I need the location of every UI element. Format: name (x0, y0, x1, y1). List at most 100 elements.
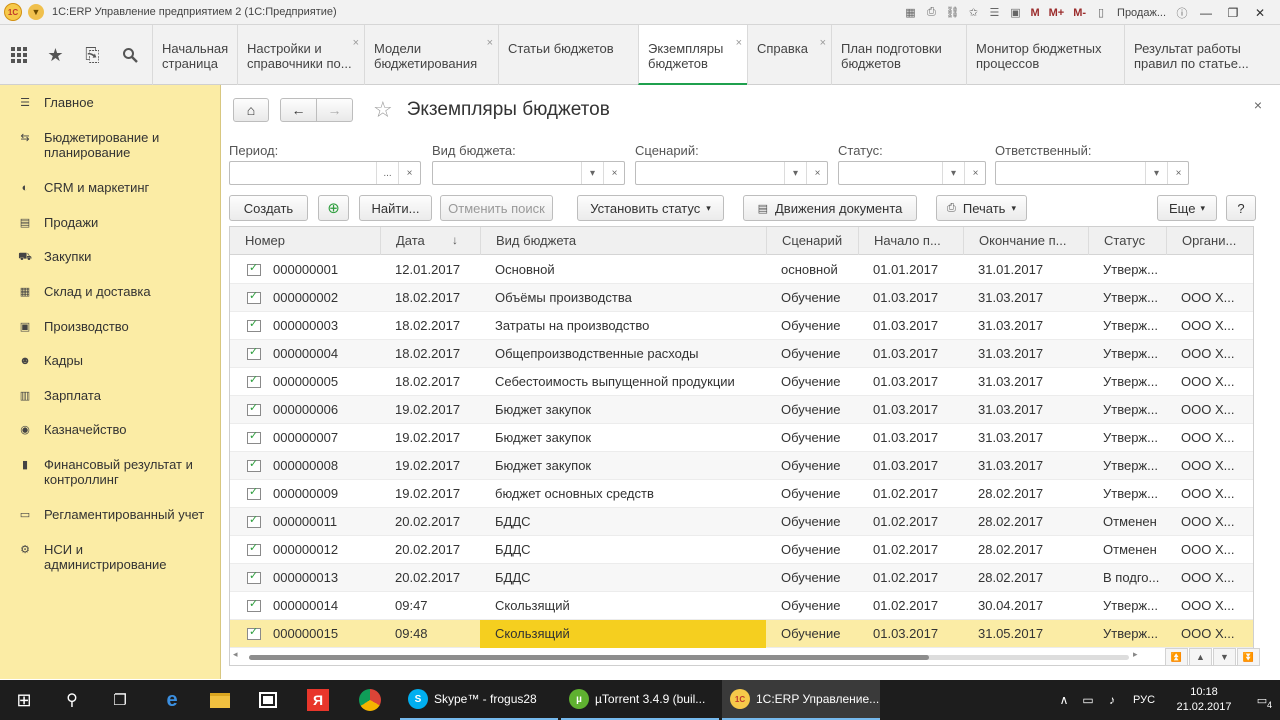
language-indicator[interactable]: РУС (1124, 694, 1164, 706)
task-view-icon[interactable]: ❐ (96, 680, 144, 720)
scroll-right-icon[interactable]: ▸ (1133, 649, 1138, 660)
memory-minus-button[interactable]: M- (1070, 4, 1089, 22)
store-icon[interactable] (248, 680, 288, 720)
column-budget-type[interactable]: Вид бюджета (480, 227, 766, 255)
calendar-icon[interactable]: ▦ (901, 4, 919, 22)
taskbar-app-skype[interactable]: S Skype™ - frogus28 (400, 680, 558, 720)
horizontal-scrollbar[interactable]: ◂ ▸ (229, 648, 1139, 666)
close-window-button[interactable]: ✕ (1248, 3, 1272, 23)
sidebar-item-regulated-accounting[interactable]: ▭ Регламентированный учет (0, 507, 221, 523)
sidebar-item-hr[interactable]: ☻ Кадры (0, 353, 221, 369)
find-button[interactable]: Найти... (359, 195, 432, 221)
close-icon[interactable]: × (353, 36, 359, 51)
chevron-down-icon[interactable]: ▾ (942, 162, 964, 184)
column-status[interactable]: Статус (1088, 227, 1166, 255)
favorites-star-icon[interactable]: ★ (37, 25, 74, 85)
tab-budget-items[interactable]: Статьи бюджетов (498, 25, 638, 85)
close-icon[interactable]: × (820, 36, 826, 51)
maximize-button[interactable]: ❐ (1221, 3, 1245, 23)
print-button[interactable]: ⎙ Печать ▾ (936, 195, 1027, 221)
sidebar-item-purchases[interactable]: ⛟ Закупки (0, 249, 221, 265)
clear-icon[interactable]: × (1167, 162, 1189, 184)
notifications-icon[interactable]: ▭ 4 (1244, 694, 1280, 710)
sidebar-item-budgeting[interactable]: ⇆ Бюджетирование и планирование (0, 130, 221, 160)
column-number[interactable]: Номер (230, 227, 380, 255)
close-icon[interactable]: × (487, 36, 493, 51)
clear-icon[interactable]: × (603, 162, 625, 184)
tab-budget-plan[interactable]: План подготовки бюджетов (831, 25, 966, 85)
tab-settings[interactable]: Настройки и справочники по... × (237, 25, 364, 85)
tray-chevron-icon[interactable]: ∧ (1052, 693, 1076, 707)
column-period-end[interactable]: Окончание п... (963, 227, 1088, 255)
sidebar-item-payroll[interactable]: ▥ Зарплата (0, 388, 221, 404)
chevron-down-icon[interactable]: ▾ (1145, 162, 1167, 184)
table-row[interactable]: 000000013 20.02.2017 БДДС Обучение 01.02.201… (230, 564, 1253, 592)
sidebar-item-production[interactable]: ▣ Производство (0, 319, 221, 335)
favorite-star-icon[interactable]: ☆ (373, 97, 393, 123)
sidebar-item-warehouse[interactable]: ▦ Склад и доставка (0, 284, 221, 300)
clear-icon[interactable]: × (964, 162, 986, 184)
column-organization[interactable]: Органи... (1166, 227, 1253, 255)
search-icon[interactable] (111, 25, 148, 85)
volume-icon[interactable]: ♪ (1100, 693, 1124, 707)
minimize-button[interactable]: — (1194, 3, 1218, 23)
chevron-down-icon[interactable]: ▾ (581, 162, 603, 184)
close-form-button[interactable]: × (1254, 97, 1262, 113)
table-row[interactable]: 000000009 19.02.2017 бюджет основных средс… (230, 480, 1253, 508)
status-field[interactable]: ▾ × (838, 161, 986, 185)
table-row[interactable]: 000000001 12.01.2017 Основной основной 01.01… (230, 256, 1253, 284)
sidebar-item-crm[interactable]: ◐ CRM и маркетинг (0, 180, 221, 196)
cancel-search-button[interactable]: Отменить поиск (440, 195, 553, 221)
main-menu-button[interactable]: ▼ (28, 4, 44, 20)
chevron-down-icon[interactable]: ▾ (784, 162, 806, 184)
calculator-icon[interactable]: ▣ (1006, 4, 1024, 22)
history-icon[interactable]: ⎘ (74, 25, 111, 85)
budget-type-field[interactable]: ▾ × (432, 161, 625, 185)
taskbar-app-utorrent[interactable]: µ µTorrent 3.4.9 (buil... (561, 680, 719, 720)
table-row[interactable]: 000000012 20.02.2017 БДДС Обучение 01.02.201… (230, 536, 1253, 564)
add-favorite-icon[interactable]: ✩ (964, 4, 982, 22)
tab-home[interactable]: Начальная страница (152, 25, 237, 85)
scroll-top-button[interactable]: ⏫ (1165, 648, 1188, 666)
print-icon[interactable]: ⎙ (922, 4, 940, 22)
tab-budget-models[interactable]: Модели бюджетирования × (364, 25, 498, 85)
create-button[interactable]: Создать (229, 195, 308, 221)
set-status-button[interactable]: Установить статус ▾ (577, 195, 724, 221)
column-period-start[interactable]: Начало п... (858, 227, 963, 255)
sidebar-item-admin[interactable]: ⚙ НСИ и администрирование (0, 542, 221, 572)
home-button[interactable]: ⌂ (233, 98, 269, 122)
table-row[interactable]: 000000007 19.02.2017 Бюджет закупок Обучени… (230, 424, 1253, 452)
table-row[interactable]: 000000008 19.02.2017 Бюджет закупок Обучени… (230, 452, 1253, 480)
forward-button[interactable]: → (317, 98, 353, 122)
sidebar-item-main[interactable]: ☰ Главное (0, 95, 221, 111)
clear-icon[interactable]: × (806, 162, 828, 184)
close-icon[interactable]: × (736, 36, 742, 51)
scroll-thumb[interactable] (249, 655, 929, 660)
memory-plus-button[interactable]: M+ (1046, 4, 1068, 22)
history-icon[interactable]: ☰ (985, 4, 1003, 22)
back-button[interactable]: ← (280, 98, 317, 122)
scroll-down-button[interactable]: ▼ (1213, 648, 1236, 666)
taskbar-app-1c[interactable]: 1С 1С:ERP Управление... (722, 680, 880, 720)
more-button[interactable]: Еще ▾ (1157, 195, 1217, 221)
clock[interactable]: 10:18 21.02.2017 (1164, 685, 1244, 715)
scroll-bottom-button[interactable]: ⏬ (1237, 648, 1260, 666)
sidebar-item-sales[interactable]: ▤ Продажи (0, 215, 221, 231)
link-icon[interactable]: ⛓ (943, 4, 961, 22)
table-row[interactable]: 000000005 18.02.2017 Себестоимость выпущен… (230, 368, 1253, 396)
copy-add-icon[interactable]: ⊕ (318, 195, 349, 221)
panel-icon[interactable]: ▯ (1092, 4, 1110, 22)
table-row[interactable]: 000000015 09:48 Скользящий Обучение 01.03.20… (230, 620, 1253, 648)
current-user[interactable]: Продаж... (1117, 7, 1166, 19)
file-explorer-icon[interactable] (200, 680, 240, 720)
sidebar-item-treasury[interactable]: ◉ Казначейство (0, 422, 221, 438)
edge-browser-icon[interactable]: e (152, 680, 192, 720)
scroll-left-icon[interactable]: ◂ (233, 649, 238, 660)
search-icon[interactable]: ⚲ (48, 680, 96, 720)
responsible-field[interactable]: ▾ × (995, 161, 1189, 185)
select-period-button[interactable]: ... (376, 162, 398, 184)
memory-m-button[interactable]: M (1027, 4, 1042, 22)
help-button[interactable]: ? (1226, 195, 1256, 221)
table-row[interactable]: 000000006 19.02.2017 Бюджет закупок Обучени… (230, 396, 1253, 424)
table-row[interactable]: 000000003 18.02.2017 Затраты на производст… (230, 312, 1253, 340)
